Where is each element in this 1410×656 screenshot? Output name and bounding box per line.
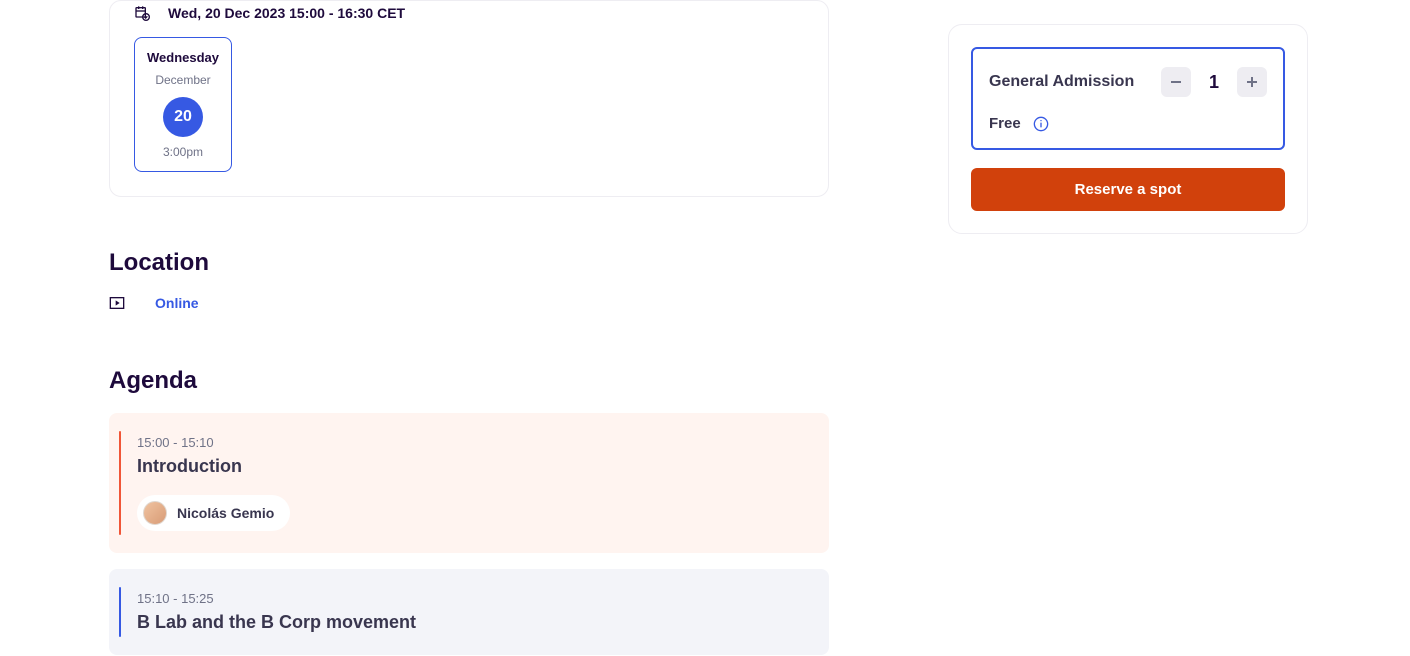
decrement-button[interactable] <box>1161 67 1191 97</box>
plus-icon <box>1246 76 1258 88</box>
location-heading: Location <box>109 249 829 277</box>
calendar-check-icon <box>134 5 150 21</box>
ticket-price: Free <box>989 115 1021 132</box>
agenda-item-time: 15:10 - 15:25 <box>137 591 801 606</box>
datetime-card: Wed, 20 Dec 2023 15:00 - 16:30 CET Wedne… <box>109 0 829 197</box>
reserve-button[interactable]: Reserve a spot <box>971 168 1285 211</box>
quantity-stepper: 1 <box>1161 67 1267 97</box>
online-video-icon <box>109 296 125 310</box>
agenda-item-title: Introduction <box>137 456 801 477</box>
agenda-heading: Agenda <box>109 367 829 395</box>
datetime-full-text: Wed, 20 Dec 2023 15:00 - 16:30 CET <box>168 5 405 21</box>
date-day-badge: 20 <box>163 97 203 137</box>
speaker-chip: Nicolás Gemio <box>137 495 290 531</box>
agenda-item-title: B Lab and the B Corp movement <box>137 612 801 633</box>
ticket-name: General Admission <box>989 73 1134 91</box>
date-option-card[interactable]: Wednesday December 20 3:00pm <box>134 37 232 172</box>
quantity-value: 1 <box>1209 72 1219 93</box>
ticket-box[interactable]: General Admission 1 Free <box>971 47 1285 150</box>
speaker-name: Nicolás Gemio <box>177 505 274 521</box>
date-dow: Wednesday <box>143 50 223 65</box>
agenda-item: 15:10 - 15:25 B Lab and the B Corp movem… <box>109 569 829 655</box>
increment-button[interactable] <box>1237 67 1267 97</box>
avatar <box>143 501 167 525</box>
date-month: December <box>143 73 223 87</box>
location-mode: Online <box>155 295 199 311</box>
info-icon[interactable] <box>1033 116 1049 132</box>
checkout-panel: General Admission 1 Free Reserve a spot <box>948 24 1308 234</box>
date-time: 3:00pm <box>143 145 223 159</box>
agenda-item-time: 15:00 - 15:10 <box>137 435 801 450</box>
minus-icon <box>1170 76 1182 88</box>
agenda-item: 15:00 - 15:10 Introduction Nicolás Gemio <box>109 413 829 553</box>
